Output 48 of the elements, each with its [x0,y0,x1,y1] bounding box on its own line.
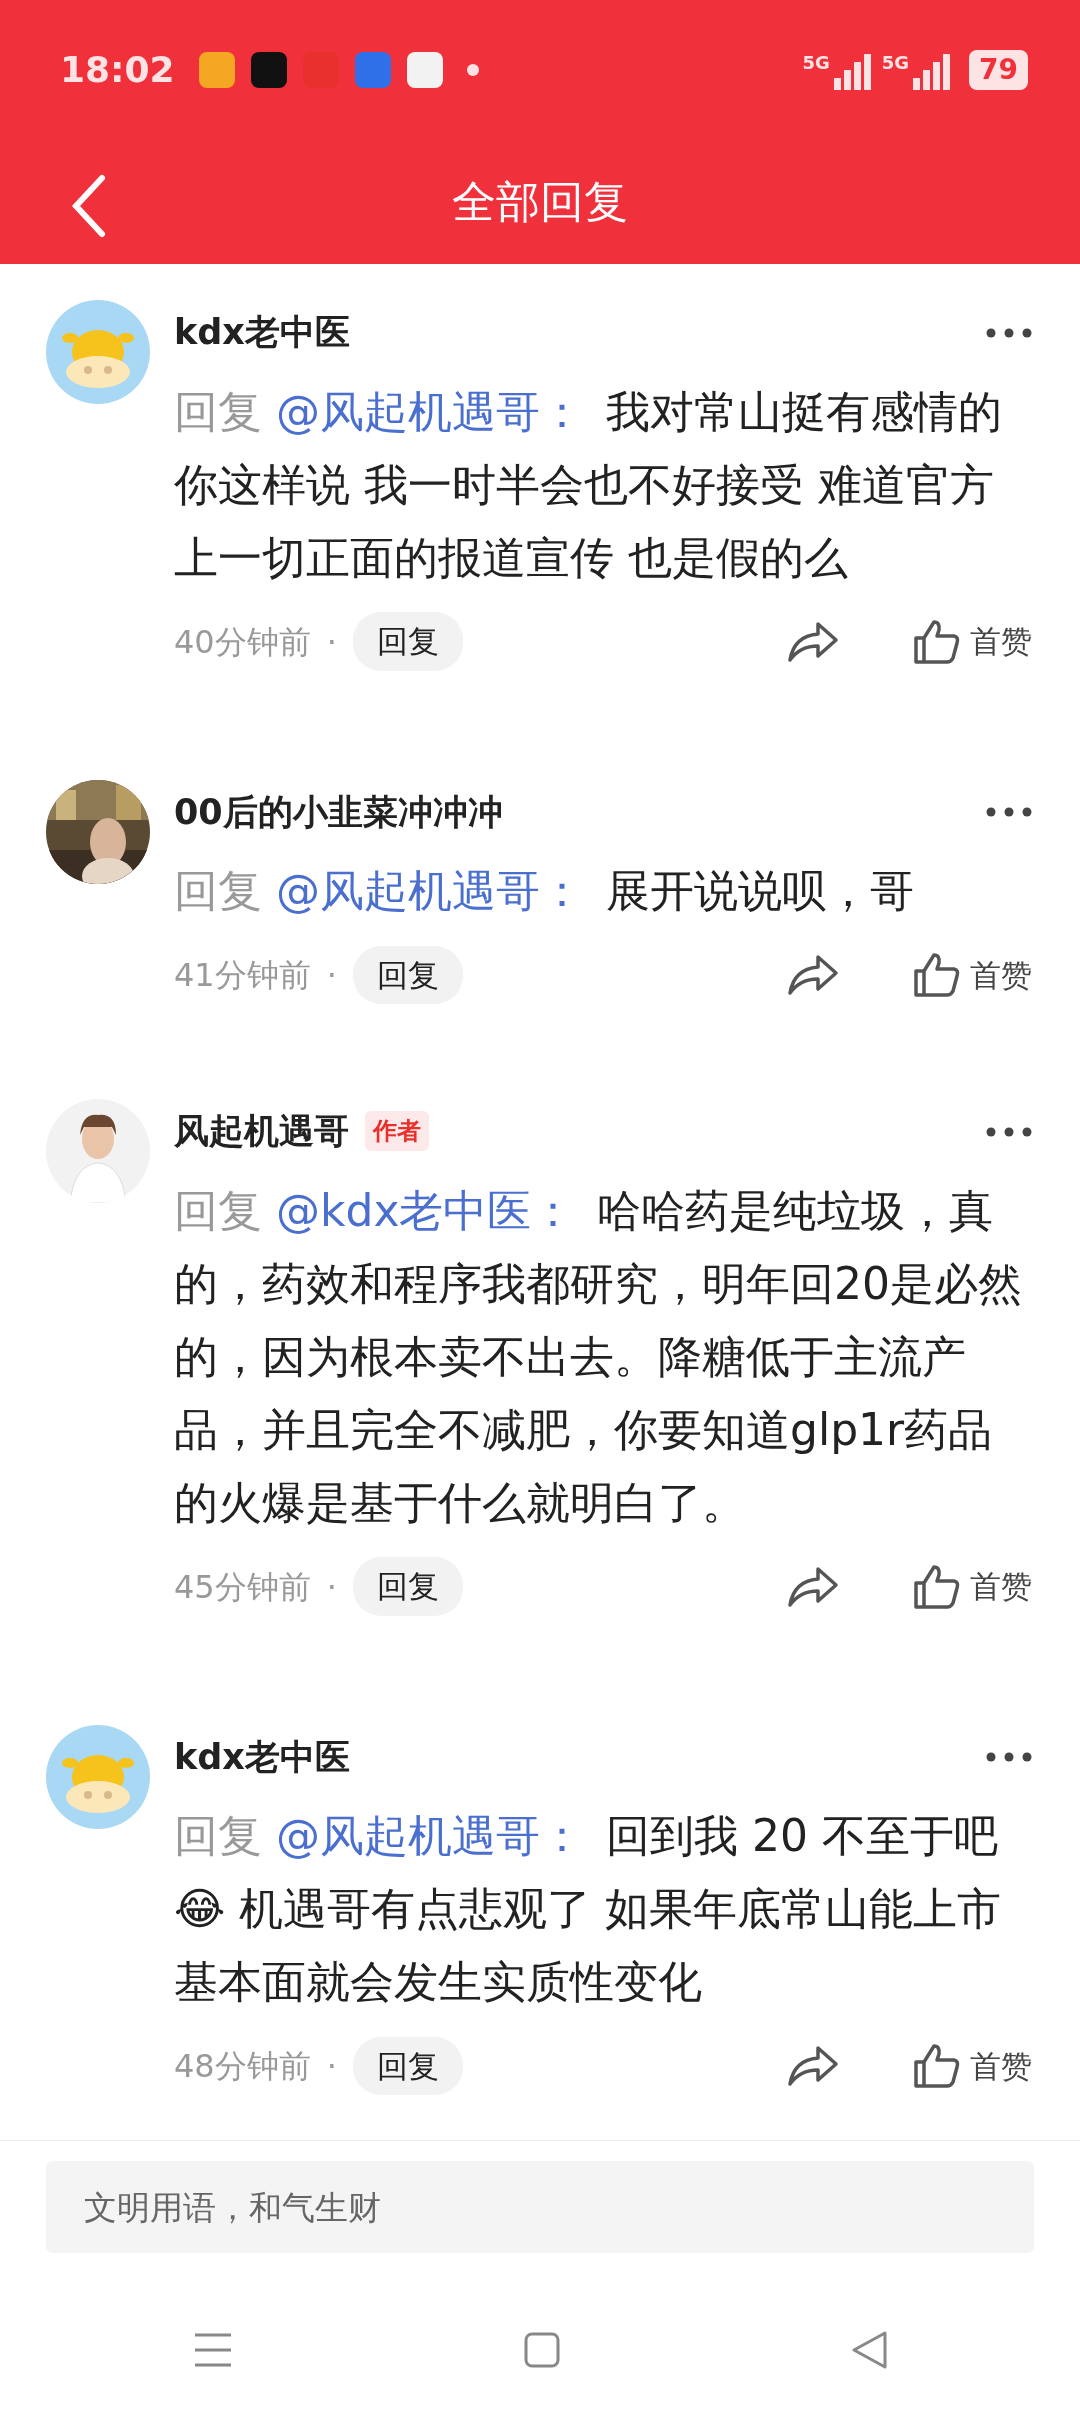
separator-dot: · [326,621,337,663]
page-title: 全部回复 [452,175,628,229]
thumbs-up-icon [912,1562,962,1611]
like-button[interactable]: 首赞 [912,2042,1032,2090]
like-button[interactable]: 首赞 [912,617,1032,666]
reply-button[interactable]: 回复 [352,2036,463,2096]
comment-time: 40分钟前 [174,621,311,663]
status-time: 18:02 [60,48,175,92]
comment-text: 回复 @风起机遇哥： 展开说说呗，哥 [174,864,915,918]
share-icon [786,1564,840,1609]
comment-text: 回复 @风起机遇哥： 回到我 20 不至于吧😂 机遇哥有点悲观了 如果年底常山能上市基本面就会发生实质性变化 [174,1809,1003,2009]
comment-text: 回复 @风起机遇哥： 我对常山挺有感情的你这样说 我一时半会也不好接受 难道官方上一切正面的报道宣传 也是假的么 [174,384,1003,585]
separator-dot: · [326,1566,337,1608]
share-button[interactable] [786,2044,840,2088]
share-icon [786,619,840,664]
reply-button[interactable]: 回复 [352,945,463,1005]
comment-time: 45分钟前 [174,1566,311,1608]
thumbs-up-icon [912,951,962,999]
share-icon [786,953,840,997]
separator-dot: · [326,2046,337,2087]
battery-level: 79 [969,50,1028,90]
network-label: 5G [881,54,910,72]
share-button[interactable] [786,619,840,664]
username[interactable]: kdx老中医 [174,1730,350,1783]
like-button[interactable]: 首赞 [912,1562,1032,1611]
back-icon[interactable] [850,2331,887,2369]
menu-icon[interactable] [193,2332,234,2368]
separator-dot: · [326,955,337,996]
comment-text: 回复 @kdx老中医： 哈哈药是纯垃圾，真的，药效和程序我都研究，明年回20是必然的，因为根本卖不出去。降糖低于主流产品，并且完全不减肥，你要知道glp1r药品的火爆是基于什么就明白了。 [174,1183,1023,1530]
author-tag: 作者 [365,1111,429,1152]
share-button[interactable] [786,1564,840,1609]
signal-icon [833,54,874,90]
comment-input[interactable]: 文明用语，和气生财 [46,2161,1034,2253]
username[interactable]: kdx老中医 [174,306,350,359]
comment-time: 48分钟前 [174,2046,311,2087]
thumbs-up-icon [912,617,962,666]
home-icon[interactable] [524,2332,560,2368]
comment-time: 41分钟前 [174,955,311,996]
like-button[interactable]: 首赞 [912,951,1032,999]
username[interactable]: 风起机遇哥 [174,1105,349,1158]
share-button[interactable] [786,953,840,997]
username[interactable]: 00后的小韭菜冲冲冲 [174,785,503,838]
reply-button[interactable]: 回复 [352,1557,463,1616]
notification-dot-icon [466,64,479,76]
thumbs-up-icon [912,2042,962,2090]
share-icon [786,2044,840,2088]
reply-button[interactable]: 回复 [352,612,463,671]
network-label: 5G [802,54,830,72]
